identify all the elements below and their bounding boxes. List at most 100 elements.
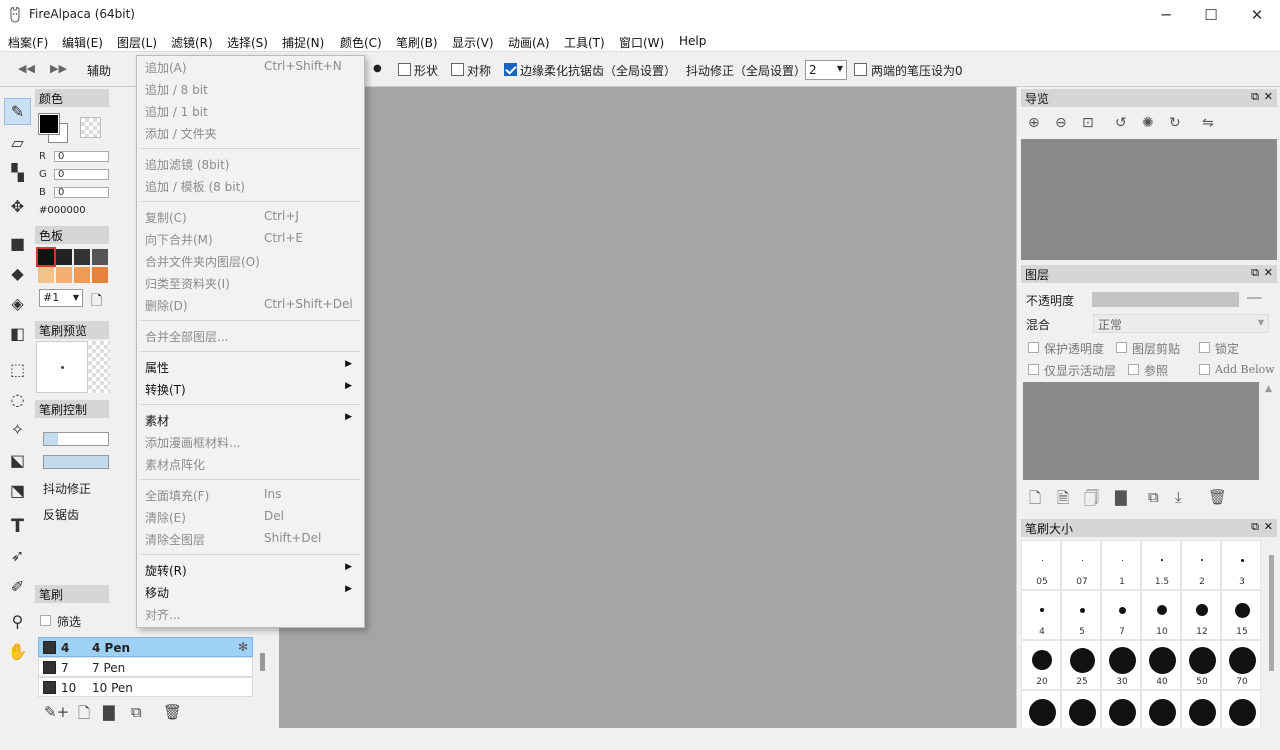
new-8bit-layer-icon[interactable]: 🗎	[1057, 488, 1069, 513]
eyedropper-tool-icon[interactable]: ⚲	[4, 608, 31, 635]
g-value-field[interactable]: 0	[54, 169, 109, 180]
menu-item-delete[interactable]: 删除(D) Ctrl+Shift+Del	[137, 294, 364, 316]
add-below-checkbox[interactable]	[1199, 364, 1210, 375]
zoom-out-icon[interactable]: ⊖	[1055, 115, 1067, 131]
new-layer-icon[interactable]: 🗋	[1029, 488, 1041, 513]
menu-tools[interactable]: 工具(T)	[564, 34, 605, 51]
shape-tool-icon[interactable]: ◆	[4, 260, 31, 287]
opacity-slider[interactable]	[1092, 292, 1239, 307]
palette-select[interactable]: #1 ▼	[39, 289, 83, 307]
brush-size-cell[interactable]: 12	[1181, 590, 1221, 640]
gradient-tool-icon[interactable]: ◧	[4, 320, 31, 347]
folder-icon[interactable]: ▇	[103, 703, 115, 721]
clipping-checkbox[interactable]	[1116, 342, 1127, 353]
brush-size-cell[interactable]	[1141, 690, 1181, 728]
transparent-color[interactable]	[80, 117, 101, 138]
lasso-tool-icon[interactable]: ◌	[4, 386, 31, 413]
divide-tool-icon[interactable]: ✐	[4, 573, 31, 600]
menu-item-add-folder[interactable]: 添加 / 文件夹	[137, 122, 364, 144]
menu-item-clear-all-layers[interactable]: 清除全图层 Shift+Del	[137, 528, 364, 550]
brush-size-slider[interactable]	[43, 432, 109, 446]
menu-item-add-8bit[interactable]: 追加 / 8 bit	[137, 78, 364, 100]
new-brush-icon[interactable]: 🗋	[78, 703, 90, 728]
menu-color[interactable]: 颜色(C)	[340, 34, 382, 51]
palette-swatch[interactable]	[92, 267, 108, 283]
menu-file[interactable]: 档案(F)	[8, 34, 48, 51]
reference-checkbox[interactable]	[1128, 364, 1139, 375]
brush-size-scrollbar[interactable]	[1269, 555, 1274, 671]
brush-size-cell[interactable]: 70	[1221, 640, 1261, 690]
palette-swatch[interactable]	[38, 267, 54, 283]
show-active-only-checkbox[interactable]	[1028, 364, 1039, 375]
brush-size-cell[interactable]: 50	[1181, 640, 1221, 690]
menu-item-add-template[interactable]: 追加 / 模板 (8 bit)	[137, 175, 364, 197]
menu-item-add-comic-frame[interactable]: 添加漫画框材料...	[137, 431, 364, 453]
menu-item-convert[interactable]: 转换(T) ▶	[137, 378, 364, 400]
menu-item-group-to-folder[interactable]: 归类至资料夹(I)	[137, 272, 364, 294]
menu-item-properties[interactable]: 属性 ▶	[137, 356, 364, 378]
brush-size-cell[interactable]	[1181, 690, 1221, 728]
foreground-color[interactable]	[38, 113, 60, 135]
lock-checkbox[interactable]	[1199, 342, 1210, 353]
menu-item-fill[interactable]: 全面填充(F) Ins	[137, 484, 364, 506]
shape-checkbox[interactable]	[398, 63, 411, 76]
zoom-fit-icon[interactable]: ⊡	[1082, 115, 1094, 131]
blend-select[interactable]: 正常 ▼	[1093, 314, 1269, 333]
select-tool-icon[interactable]: ⬚	[4, 356, 31, 383]
menu-layer[interactable]: 图层(L)	[117, 34, 157, 51]
brush-size-cell[interactable]: 30	[1101, 640, 1141, 690]
brush-opacity-slider[interactable]	[43, 455, 109, 469]
navigator-preview[interactable]	[1021, 139, 1277, 260]
text-tool-icon[interactable]: T	[4, 512, 31, 539]
menu-brush[interactable]: 笔刷(B)	[396, 34, 438, 51]
pressure-checkbox[interactable]	[854, 63, 867, 76]
palette-swatch[interactable]	[36, 247, 56, 267]
rotate-left-icon[interactable]: ↺	[1115, 115, 1127, 131]
brush-size-cell[interactable]: 1	[1101, 540, 1141, 590]
dot-tool-icon[interactable]: ▚	[4, 159, 31, 186]
brush-list-item[interactable]: 4 4 Pen ✻	[38, 637, 253, 657]
menu-item-add[interactable]: 追加(A) Ctrl+Shift+N	[137, 56, 364, 78]
brush-size-cell[interactable]: 2	[1181, 540, 1221, 590]
rectangle-tool-icon[interactable]: ■	[4, 230, 31, 257]
menu-window[interactable]: 窗口(W)	[619, 34, 664, 51]
brush-list-item[interactable]: 10 10 Pen	[38, 677, 253, 697]
b-value-field[interactable]: 0	[54, 187, 109, 198]
menu-help[interactable]: Help	[679, 34, 706, 48]
menu-item-rotate[interactable]: 旋转(R) ▶	[137, 559, 364, 581]
antialias-checkbox[interactable]	[504, 63, 517, 76]
menu-animation[interactable]: 动画(A)	[508, 34, 550, 51]
flip-icon[interactable]: ⇋	[1202, 115, 1214, 131]
stabilizer-option[interactable]: 抖动修正	[43, 480, 91, 497]
menu-item-merge-down[interactable]: 向下合并(M) Ctrl+E	[137, 228, 364, 250]
brush-size-cell[interactable]: 40	[1141, 640, 1181, 690]
minimize-button[interactable]: ─	[1143, 0, 1189, 30]
brush-size-cell[interactable]: 07	[1061, 540, 1101, 590]
brush-size-cell[interactable]: 1.5	[1141, 540, 1181, 590]
menu-item-material[interactable]: 素材 ▶	[137, 409, 364, 431]
brush-size-cell[interactable]	[1101, 690, 1141, 728]
maximize-button[interactable]: ☐	[1188, 0, 1234, 30]
antialias-option[interactable]: 反锯齿	[43, 506, 79, 523]
brush-list-scrollbar[interactable]	[260, 653, 265, 671]
brush-size-cell[interactable]: 15	[1221, 590, 1261, 640]
r-value-field[interactable]: 0	[54, 151, 109, 162]
rotate-reset-icon[interactable]: ✺	[1142, 115, 1154, 131]
menu-item-add-filter[interactable]: 追加滤镜 (8bit)	[137, 153, 364, 175]
select-pen-icon[interactable]: ⬕	[4, 447, 31, 474]
brush-size-cell[interactable]	[1221, 690, 1261, 728]
menu-item-rasterize-material[interactable]: 素材点阵化	[137, 453, 364, 475]
brush-size-cell[interactable]: 25	[1061, 640, 1101, 690]
magic-wand-icon[interactable]: ✧	[4, 416, 31, 443]
close-icon[interactable]: ✕	[1264, 520, 1273, 533]
float-icon[interactable]: ⧉	[1251, 520, 1259, 534]
float-icon[interactable]: ⧉	[1251, 266, 1259, 280]
stabilizer-select[interactable]: 2 ▼	[805, 60, 847, 80]
close-icon[interactable]: ✕	[1264, 90, 1273, 103]
close-icon[interactable]: ✕	[1264, 266, 1273, 279]
palette-swatch[interactable]	[56, 267, 72, 283]
brush-size-cell[interactable]: 20	[1021, 640, 1061, 690]
merge-down-icon[interactable]: ⤓	[1175, 488, 1182, 506]
brush-size-cell[interactable]	[1021, 690, 1061, 728]
brush-size-cell[interactable]: 7	[1101, 590, 1141, 640]
